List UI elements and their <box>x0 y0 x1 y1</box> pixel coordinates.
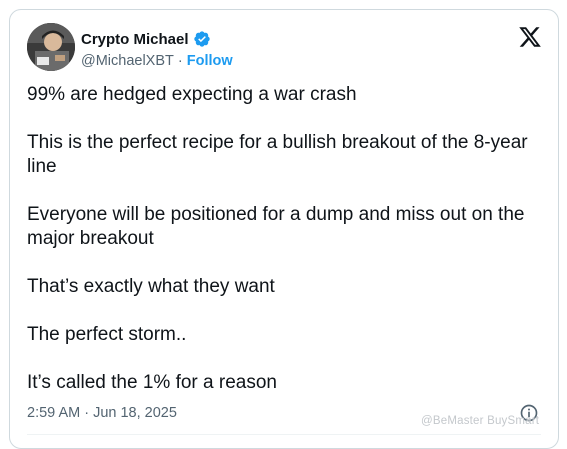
tweet-card: Crypto Michael @MichaelXBT · Follow 99% <box>9 9 559 449</box>
handle-row: @MichaelXBT · Follow <box>81 53 233 69</box>
user-handle[interactable]: @MichaelXBT <box>81 53 174 69</box>
tweet-paragraph: That’s exactly what they want <box>27 276 275 297</box>
tweet-paragraph: This is the perfect recipe for a bullish… <box>27 132 528 177</box>
name-row: Crypto Michael <box>81 29 233 49</box>
x-logo-icon[interactable] <box>518 25 542 49</box>
verified-badge-icon <box>193 30 211 48</box>
user-info: Crypto Michael @MichaelXBT · Follow <box>81 29 233 70</box>
separator-dot: · <box>177 53 183 69</box>
watermark: @BeMaster BuySmart <box>421 415 540 427</box>
follow-button[interactable]: Follow <box>187 53 233 69</box>
tweet-paragraph: The perfect storm.. <box>27 324 187 345</box>
display-name[interactable]: Crypto Michael <box>81 31 189 48</box>
tweet-paragraph: It’s called the 1% for a reason <box>27 372 277 393</box>
tweet-header: Crypto Michael @MichaelXBT · Follow <box>27 23 544 73</box>
divider <box>27 434 541 435</box>
tweet-paragraph: Everyone will be positioned for a dump a… <box>27 204 525 249</box>
avatar[interactable] <box>27 23 75 71</box>
tweet-text: 99% are hedged expecting a war crash Thi… <box>27 83 532 395</box>
tweet-paragraph: 99% are hedged expecting a war crash <box>27 84 357 105</box>
timestamp[interactable]: 2:59 AM · Jun 18, 2025 <box>27 405 177 421</box>
